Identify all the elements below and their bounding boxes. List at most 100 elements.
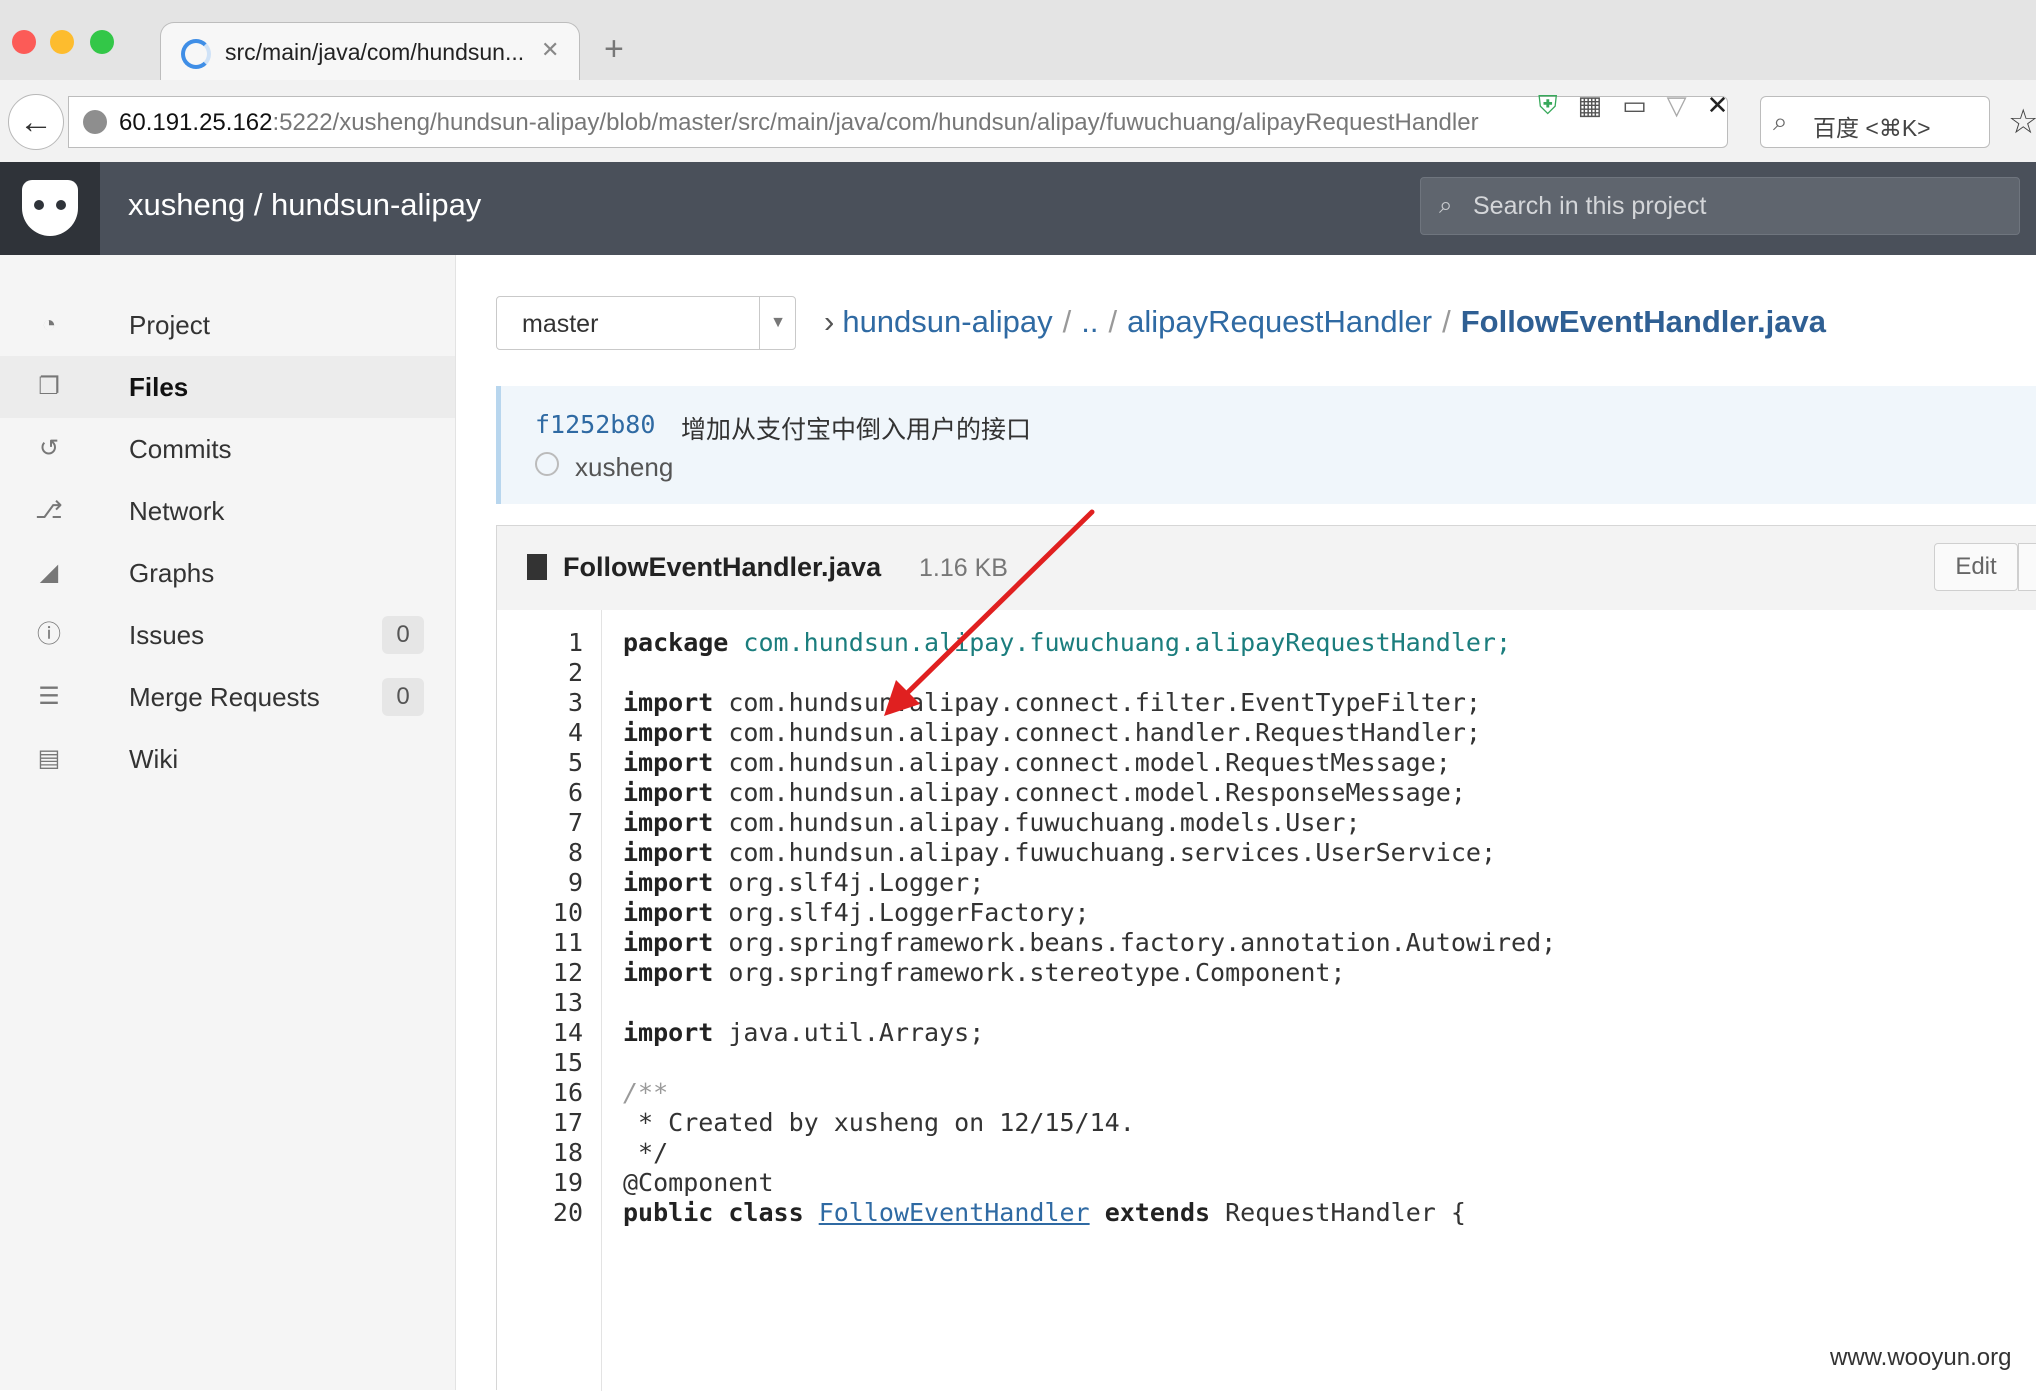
sidebar-item-graphs[interactable]: ◢ Graphs bbox=[0, 542, 455, 604]
line-number[interactable]: 3 bbox=[497, 688, 583, 717]
branch-select[interactable]: master ▼ bbox=[496, 296, 796, 350]
address-bar[interactable]: 60.191.25.162:5222/xusheng/hundsun-alipa… bbox=[68, 96, 1728, 148]
code-line: public class FollowEventHandler extends … bbox=[623, 1198, 1466, 1227]
branch-selected-value: master bbox=[522, 310, 599, 338]
commit-message[interactable]: 增加从支付宝中倒入用户的接口 bbox=[681, 410, 1031, 446]
sidebar-item-label: Merge Requests bbox=[129, 682, 320, 712]
file-viewer: FollowEventHandler.java 1.16 KB Edit 1 2… bbox=[496, 525, 2036, 1391]
code-line: package com.hundsun.alipay.fuwuchuang.al… bbox=[623, 628, 1512, 657]
sidebar-item-label: Project bbox=[129, 310, 210, 340]
line-number[interactable]: 20 bbox=[497, 1198, 583, 1227]
app-logo[interactable] bbox=[0, 162, 100, 255]
globe-icon bbox=[83, 110, 107, 134]
web-search-box[interactable]: ⌕ 百度 <⌘K> bbox=[1760, 96, 1990, 148]
sidebar-item-issues[interactable]: ⓘ Issues 0 bbox=[0, 604, 455, 666]
line-number[interactable]: 18 bbox=[497, 1138, 583, 1167]
merge-requests-count-badge: 0 bbox=[382, 678, 424, 716]
edit-button[interactable]: Edit bbox=[1934, 543, 2018, 591]
code-line: import com.hundsun.alipay.connect.handle… bbox=[623, 718, 1481, 747]
sidebar-item-label: Graphs bbox=[129, 558, 215, 588]
shield-icon[interactable]: ⛨ bbox=[1538, 90, 1558, 122]
sidebar-item-files[interactable]: ❐ Files bbox=[0, 356, 455, 418]
project-title[interactable]: xusheng / hundsun-alipay bbox=[128, 187, 481, 223]
url-text: 60.191.25.162:5222/xusheng/hundsun-alipa… bbox=[119, 109, 1479, 136]
close-window-button[interactable] bbox=[12, 30, 36, 54]
line-number[interactable]: 15 bbox=[497, 1048, 583, 1077]
line-number[interactable]: 7 bbox=[497, 808, 583, 837]
line-number[interactable]: 11 bbox=[497, 928, 583, 957]
minimize-window-button[interactable] bbox=[50, 30, 74, 54]
line-number[interactable]: 8 bbox=[497, 838, 583, 867]
code-line: import com.hundsun.alipay.connect.model.… bbox=[623, 778, 1466, 807]
code-line: import org.slf4j.Logger; bbox=[623, 868, 985, 897]
code-line: */ bbox=[623, 1138, 669, 1167]
sidebar-item-label: Wiki bbox=[129, 744, 179, 774]
new-tab-button[interactable]: + bbox=[604, 32, 624, 66]
line-number[interactable]: 1 bbox=[497, 628, 583, 657]
code-line: import com.hundsun.alipay.connect.model.… bbox=[623, 748, 1451, 777]
gitlab-fox-icon bbox=[22, 180, 78, 236]
commit-sha-link[interactable]: f1252b80 bbox=[535, 410, 655, 439]
line-number[interactable]: 16 bbox=[497, 1078, 583, 1107]
code-line: /** bbox=[623, 1078, 669, 1107]
breadcrumb-up[interactable]: .. bbox=[1081, 304, 1098, 339]
line-number[interactable]: 19 bbox=[497, 1168, 583, 1197]
line-number[interactable]: 5 bbox=[497, 748, 583, 777]
line-number[interactable]: 13 bbox=[497, 988, 583, 1017]
code-line: import org.slf4j.LoggerFactory; bbox=[623, 898, 1090, 927]
sidebar-item-commits[interactable]: ↺ Commits bbox=[0, 418, 455, 480]
line-number[interactable]: 2 bbox=[497, 658, 583, 687]
breadcrumb-root[interactable]: hundsun-alipay bbox=[842, 304, 1052, 339]
file-header: FollowEventHandler.java 1.16 KB Edit bbox=[497, 526, 2036, 611]
reader-icon[interactable]: ▭ bbox=[1622, 90, 1647, 121]
address-bar-icons: ⛨ ▦ ▭ ▽ ✕ bbox=[1538, 90, 1748, 122]
line-number[interactable]: 9 bbox=[497, 868, 583, 897]
search-icon: ⌕ bbox=[1773, 106, 1788, 136]
dropdown-icon[interactable]: ▽ bbox=[1667, 90, 1687, 121]
line-number-gutter: 1 2 3 4 5 6 7 8 9 10 11 12 13 14 15 16 1… bbox=[497, 610, 602, 1391]
breadcrumb-folder[interactable]: alipayRequestHandler bbox=[1127, 304, 1432, 339]
project-search-input[interactable]: ⌕ Search in this project bbox=[1420, 177, 2020, 235]
line-number[interactable]: 6 bbox=[497, 778, 583, 807]
zoom-window-button[interactable] bbox=[90, 30, 114, 54]
raw-button[interactable] bbox=[2018, 543, 2036, 591]
back-button[interactable]: ← bbox=[8, 94, 64, 150]
line-number[interactable]: 10 bbox=[497, 898, 583, 927]
code-line: import java.util.Arrays; bbox=[623, 1018, 985, 1047]
line-number[interactable]: 14 bbox=[497, 1018, 583, 1047]
file-name: FollowEventHandler.java bbox=[563, 552, 882, 582]
sidebar-item-label: Network bbox=[129, 496, 225, 526]
back-icon: ← bbox=[19, 103, 53, 141]
file-icon bbox=[527, 554, 547, 580]
list-icon: ☰ bbox=[38, 683, 60, 710]
tab-title: src/main/java/com/hundsun... bbox=[225, 39, 525, 65]
sidebar-item-project[interactable]: ◔ Project bbox=[0, 294, 455, 356]
commit-author[interactable]: xusheng bbox=[575, 452, 673, 483]
code-line: import com.hundsun.alipay.fuwuchuang.mod… bbox=[623, 808, 1361, 837]
breadcrumb: › hundsun-alipay /.. / alipayRequestHandler /… bbox=[824, 304, 1826, 339]
line-number[interactable]: 17 bbox=[497, 1108, 583, 1137]
exclamation-icon: ⓘ bbox=[37, 621, 61, 648]
sidebar: ◔ Project ❐ Files ↺ Commits ⎇ Network ◢ … bbox=[0, 255, 456, 1390]
chevron-right-icon: › bbox=[824, 304, 835, 339]
stop-icon[interactable]: ✕ bbox=[1707, 90, 1729, 121]
sidebar-item-label: Files bbox=[129, 372, 189, 402]
bookmark-star-icon[interactable]: ☆ bbox=[2008, 102, 2036, 142]
tab-close-icon[interactable]: ✕ bbox=[541, 37, 559, 63]
branch-icon: ⎇ bbox=[35, 497, 63, 524]
code-view: 1 2 3 4 5 6 7 8 9 10 11 12 13 14 15 16 1… bbox=[497, 610, 2036, 1391]
sidebar-item-wiki[interactable]: ▤ Wiki bbox=[0, 728, 455, 790]
sidebar-item-network[interactable]: ⎇ Network bbox=[0, 480, 455, 542]
project-search-placeholder: Search in this project bbox=[1473, 192, 1707, 220]
breadcrumb-current-file[interactable]: FollowEventHandler.java bbox=[1461, 304, 1826, 339]
loading-spinner-icon bbox=[181, 39, 211, 69]
line-number[interactable]: 12 bbox=[497, 958, 583, 987]
sidebar-item-label: Issues bbox=[129, 620, 205, 650]
line-number[interactable]: 4 bbox=[497, 718, 583, 747]
sidebar-item-label: Commits bbox=[129, 434, 232, 464]
browser-tab[interactable]: src/main/java/com/hundsun... ✕ bbox=[160, 22, 580, 81]
browser-chrome: src/main/java/com/hundsun... ✕ + ← 60.19… bbox=[0, 0, 2036, 163]
files-icon: ❐ bbox=[38, 373, 60, 400]
sidebar-item-merge-requests[interactable]: ☰ Merge Requests 0 bbox=[0, 666, 455, 728]
qr-code-icon[interactable]: ▦ bbox=[1578, 90, 1603, 121]
